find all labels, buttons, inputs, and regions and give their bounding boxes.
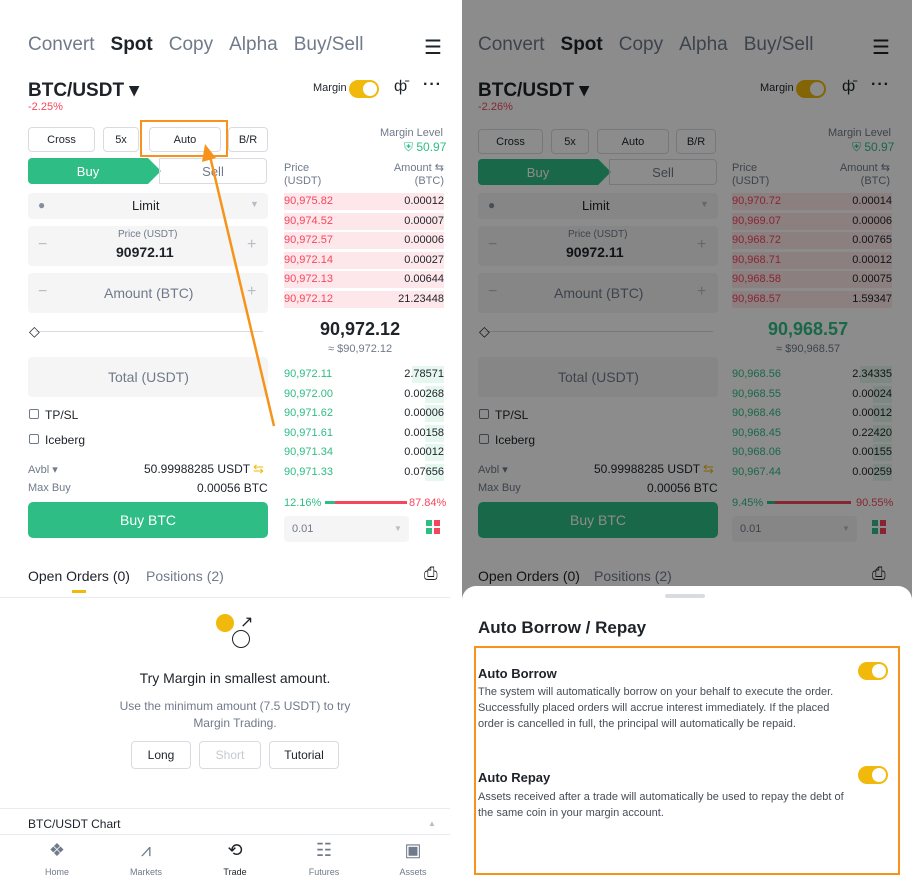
trade-icon: ⟲ — [227, 840, 243, 860]
divider — [0, 808, 450, 809]
tab-open-orders[interactable]: Open Orders (0) — [28, 568, 130, 584]
nav-assets[interactable]: ▣ Assets — [383, 840, 443, 877]
nav-markets[interactable]: ⩘ Markets — [116, 840, 176, 877]
ratio-bar — [325, 501, 407, 504]
buy-btc-button[interactable]: Buy BTC — [28, 502, 268, 538]
orderbook-price: 90,971.33 — [284, 465, 333, 478]
avbl-value: 50.99988285 USDT — [144, 462, 251, 476]
auto-borrow-description: The system will automatically borrow on … — [478, 686, 834, 730]
modal-backdrop[interactable] — [462, 0, 912, 600]
bid-row[interactable]: 90,971.33 0.07656 — [284, 463, 444, 481]
tab-indicator — [72, 590, 86, 593]
auto-borrow-title: Auto Borrow — [478, 666, 557, 681]
margin-promo-icon: ↗ — [216, 614, 258, 656]
dropdown-arrow-icon: ▼ — [394, 524, 402, 533]
long-button[interactable]: Long — [131, 741, 191, 769]
auto-repay-title: Auto Repay — [478, 770, 551, 785]
futures-icon: ☷ — [315, 840, 333, 860]
depth-select[interactable]: 0.01 ▼ — [284, 516, 409, 542]
auto-borrow-repay-sheet: Auto Borrow / Repay Auto Borrow The syst… — [462, 586, 912, 895]
empty-description: Use the minimum amount (7.5 USDT) to try… — [119, 699, 351, 730]
divider — [0, 834, 450, 835]
nav-home[interactable]: ❖ Home — [27, 840, 87, 877]
markets-icon: ⩘ — [140, 840, 152, 860]
chevron-up-icon[interactable]: ▲ — [428, 819, 436, 828]
auto-repay-toggle[interactable] — [858, 766, 888, 784]
buy-ratio: 12.16% — [284, 497, 322, 509]
wallet-icon: ▣ — [404, 840, 422, 860]
sell-ratio: 87.84% — [409, 497, 447, 509]
empty-title: Try Margin in smallest amount. — [139, 670, 331, 686]
order-history-icon[interactable]: ⎙ — [424, 564, 438, 584]
max-buy-value: 0.00056 BTC — [197, 481, 268, 495]
orderbook-amount: 0.07656 — [404, 465, 444, 478]
orderbook-layout-icon[interactable] — [426, 520, 440, 534]
auto-repay-description: Assets received after a trade will autom… — [478, 791, 844, 819]
avbl-label[interactable]: Avbl ▾ — [28, 463, 58, 476]
sheet-drag-handle[interactable] — [665, 594, 705, 598]
ratio-bar-fill — [325, 501, 335, 504]
chart-section-label[interactable]: BTC/USDT Chart — [28, 817, 120, 831]
right-screen: Convert Spot Copy Alpha Buy/Sell ☰ BTC/U… — [462, 0, 912, 895]
transfer-icon[interactable]: ⇆ — [253, 461, 264, 477]
nav-futures[interactable]: ☷ Futures — [294, 840, 354, 877]
sheet-title: Auto Borrow / Repay — [478, 618, 647, 637]
annotation-arrow — [202, 144, 276, 427]
nav-trade[interactable]: ⟲ Trade — [205, 840, 265, 877]
tab-positions[interactable]: Positions (2) — [146, 568, 224, 584]
max-buy-label: Max Buy — [28, 482, 71, 494]
divider — [0, 597, 450, 598]
left-screen: Convert Spot Copy Alpha Buy/Sell ☰ BTC/U… — [0, 0, 450, 895]
short-button[interactable]: Short — [199, 741, 261, 769]
tutorial-button[interactable]: Tutorial — [269, 741, 339, 769]
depth-value: 0.01 — [292, 523, 314, 535]
auto-borrow-toggle[interactable] — [858, 662, 888, 680]
home-icon: ❖ — [48, 840, 66, 860]
